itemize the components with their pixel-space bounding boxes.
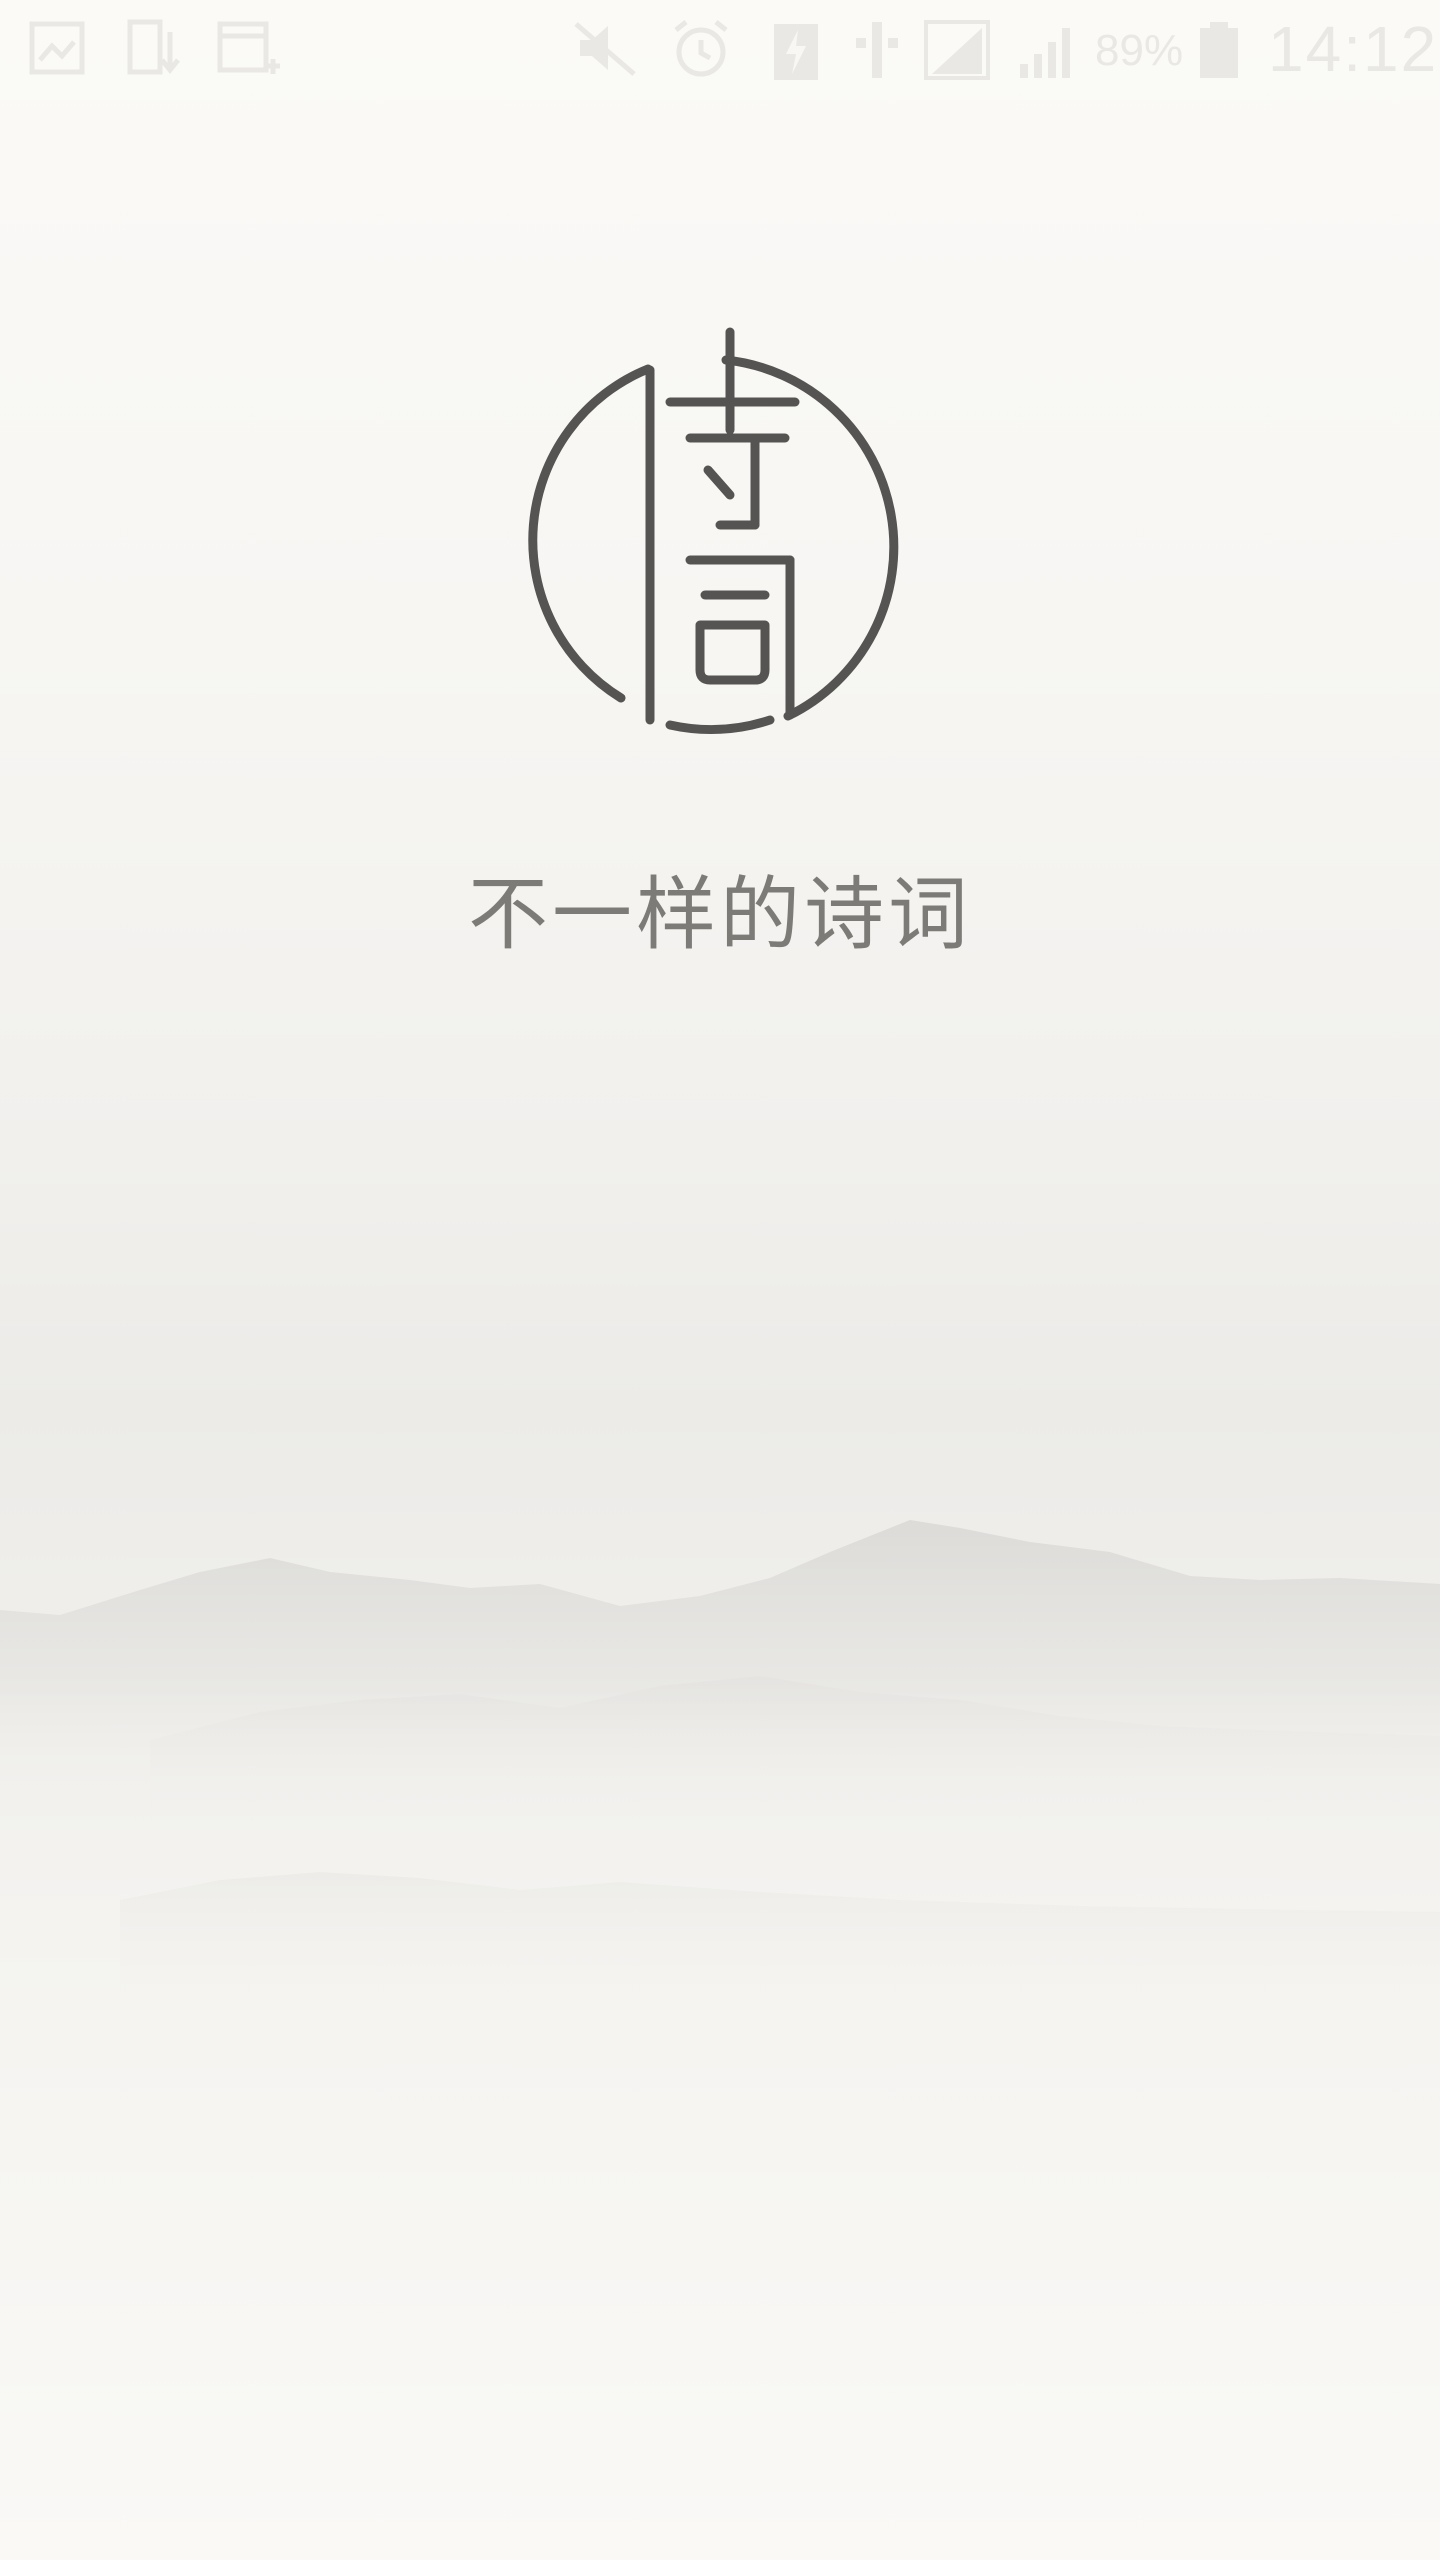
mountain-landscape [0, 1520, 1440, 2020]
signal-3-icon [1020, 28, 1070, 78]
clock-time: 14:12 [1268, 13, 1439, 85]
app-slogan: 不一样的诗词 [468, 868, 972, 961]
signal-1-icon [856, 22, 898, 78]
alarm-icon [674, 20, 728, 77]
mute-icon [574, 22, 636, 76]
shi-ci-logo-icon [528, 327, 899, 734]
signal-2-icon [924, 20, 990, 80]
battery-percent: 89% [1095, 26, 1184, 75]
calendar-add-icon [217, 21, 280, 74]
status-bar: 89% 14:12 [0, 0, 1440, 100]
download-icon [127, 19, 180, 75]
gallery-icon [29, 21, 85, 75]
charging-icon [774, 24, 818, 80]
splash-screen: 89% 14:12 不一样的诗词 [0, 0, 1440, 2560]
battery-icon [1200, 22, 1238, 78]
